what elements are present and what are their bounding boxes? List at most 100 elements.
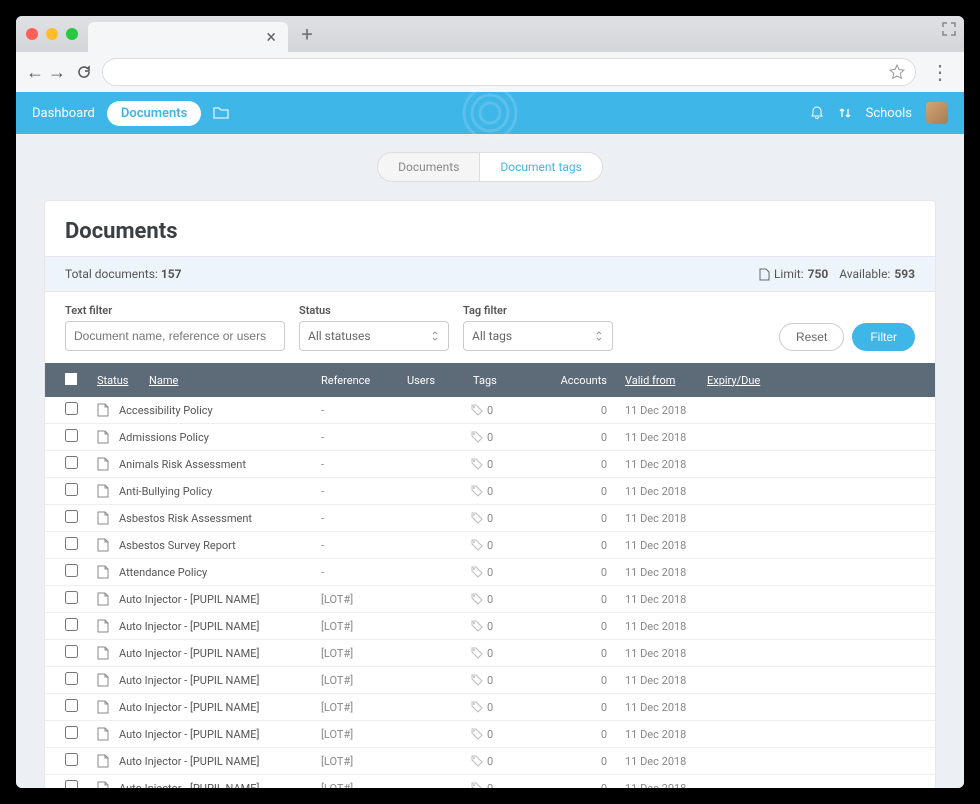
table-row[interactable]: Asbestos Survey Report - 0 0 11 Dec 2018 bbox=[45, 532, 935, 559]
row-tags: 0 bbox=[471, 782, 543, 789]
sort-icon[interactable] bbox=[838, 106, 852, 120]
table-row[interactable]: Anti-Bullying Policy - 0 0 11 Dec 2018 bbox=[45, 478, 935, 505]
table-row[interactable]: Auto Injector - [PUPIL NAME] [LOT#] 0 0 … bbox=[45, 775, 935, 788]
row-tags: 0 bbox=[471, 593, 543, 606]
browser-window: × + ← → ⋮ Dashboard Documents bbox=[16, 16, 964, 788]
new-tab-button[interactable]: + bbox=[296, 23, 318, 45]
table-row[interactable]: Admissions Policy - 0 0 11 Dec 2018 bbox=[45, 424, 935, 451]
folder-icon[interactable] bbox=[213, 106, 229, 120]
notifications-bell-icon[interactable] bbox=[810, 106, 824, 120]
table-row[interactable]: Attendance Policy - 0 0 11 Dec 2018 bbox=[45, 559, 935, 586]
row-reference: - bbox=[321, 485, 407, 498]
row-checkbox[interactable] bbox=[65, 753, 78, 766]
row-tags: 0 bbox=[471, 404, 543, 417]
row-checkbox[interactable] bbox=[65, 456, 78, 469]
row-accounts: 0 bbox=[543, 431, 607, 444]
row-checkbox[interactable] bbox=[65, 537, 78, 550]
chevron-updown-icon bbox=[430, 330, 440, 342]
table-row[interactable]: Auto Injector - [PUPIL NAME] [LOT#] 0 0 … bbox=[45, 613, 935, 640]
document-icon bbox=[97, 430, 119, 444]
row-checkbox[interactable] bbox=[65, 672, 78, 685]
row-reference: [LOT#] bbox=[321, 701, 407, 714]
status-filter-select[interactable]: All statuses bbox=[299, 321, 449, 351]
row-tags: 0 bbox=[471, 431, 543, 444]
row-checkbox[interactable] bbox=[65, 780, 78, 788]
row-checkbox[interactable] bbox=[65, 645, 78, 658]
tag-icon bbox=[471, 512, 483, 524]
filter-button[interactable]: Filter bbox=[852, 323, 915, 351]
row-accounts: 0 bbox=[543, 593, 607, 606]
text-filter-input[interactable] bbox=[65, 321, 285, 351]
document-icon bbox=[759, 268, 770, 281]
tag-icon bbox=[471, 701, 483, 713]
document-icon bbox=[97, 565, 119, 579]
close-window-button[interactable] bbox=[26, 28, 38, 40]
nav-documents[interactable]: Documents bbox=[107, 101, 201, 126]
col-name[interactable]: Name bbox=[149, 374, 321, 387]
bookmark-star-icon[interactable] bbox=[889, 64, 905, 80]
row-checkbox[interactable] bbox=[65, 591, 78, 604]
row-checkbox[interactable] bbox=[65, 699, 78, 712]
row-checkbox[interactable] bbox=[65, 618, 78, 631]
documents-table: Status Name Reference Users Tags Account… bbox=[45, 363, 935, 788]
forward-button[interactable]: → bbox=[48, 62, 66, 83]
table-row[interactable]: Asbestos Risk Assessment - 0 0 11 Dec 20… bbox=[45, 505, 935, 532]
table-row[interactable]: Auto Injector - [PUPIL NAME] [LOT#] 0 0 … bbox=[45, 586, 935, 613]
app-header: Dashboard Documents Schools bbox=[16, 92, 964, 134]
content-area: Documents Document tags Documents Total … bbox=[16, 134, 964, 788]
row-checkbox[interactable] bbox=[65, 510, 78, 523]
table-row[interactable]: Animals Risk Assessment - 0 0 11 Dec 201… bbox=[45, 451, 935, 478]
table-row[interactable]: Auto Injector - [PUPIL NAME] [LOT#] 0 0 … bbox=[45, 694, 935, 721]
row-valid-from: 11 Dec 2018 bbox=[607, 674, 707, 687]
row-valid-from: 11 Dec 2018 bbox=[607, 728, 707, 741]
row-reference: [LOT#] bbox=[321, 593, 407, 606]
row-reference: [LOT#] bbox=[321, 620, 407, 633]
tag-icon bbox=[471, 647, 483, 659]
col-expiry[interactable]: Expiry/Due bbox=[707, 374, 807, 387]
row-name: Anti-Bullying Policy bbox=[119, 485, 321, 498]
row-reference: [LOT#] bbox=[321, 755, 407, 768]
toggle-document-tags[interactable]: Document tags bbox=[479, 153, 601, 181]
limit-label: Limit: bbox=[774, 267, 804, 281]
row-checkbox[interactable] bbox=[65, 429, 78, 442]
row-tags: 0 bbox=[471, 728, 543, 741]
row-checkbox[interactable] bbox=[65, 726, 78, 739]
row-valid-from: 11 Dec 2018 bbox=[607, 782, 707, 789]
logo-swirl-icon bbox=[460, 83, 520, 143]
row-checkbox[interactable] bbox=[65, 402, 78, 415]
user-avatar[interactable] bbox=[926, 102, 948, 124]
nav-dashboard[interactable]: Dashboard bbox=[32, 106, 95, 121]
browser-menu-button[interactable]: ⋮ bbox=[926, 60, 954, 84]
select-all-checkbox[interactable] bbox=[65, 373, 77, 385]
row-tags: 0 bbox=[471, 674, 543, 687]
row-accounts: 0 bbox=[543, 674, 607, 687]
document-icon bbox=[97, 403, 119, 417]
schools-label[interactable]: Schools bbox=[866, 106, 912, 121]
tag-icon bbox=[471, 728, 483, 740]
col-status[interactable]: Status bbox=[97, 374, 149, 387]
reload-button[interactable] bbox=[76, 64, 92, 80]
table-row[interactable]: Auto Injector - [PUPIL NAME] [LOT#] 0 0 … bbox=[45, 667, 935, 694]
tag-icon bbox=[471, 458, 483, 470]
row-reference: [LOT#] bbox=[321, 782, 407, 789]
tag-filter-select[interactable]: All tags bbox=[463, 321, 613, 351]
row-checkbox[interactable] bbox=[65, 483, 78, 496]
toggle-documents[interactable]: Documents bbox=[378, 153, 479, 181]
table-row[interactable]: Auto Injector - [PUPIL NAME] [LOT#] 0 0 … bbox=[45, 748, 935, 775]
row-checkbox[interactable] bbox=[65, 564, 78, 577]
expand-icon[interactable] bbox=[942, 22, 956, 36]
back-button[interactable]: ← bbox=[26, 62, 44, 83]
reset-button[interactable]: Reset bbox=[779, 323, 844, 351]
col-valid-from[interactable]: Valid from bbox=[607, 374, 707, 387]
url-input[interactable] bbox=[102, 58, 916, 86]
browser-tab[interactable]: × bbox=[88, 22, 288, 52]
close-tab-icon[interactable]: × bbox=[266, 27, 276, 48]
table-row[interactable]: Accessibility Policy - 0 0 11 Dec 2018 bbox=[45, 397, 935, 424]
chevron-updown-icon bbox=[594, 330, 604, 342]
table-row[interactable]: Auto Injector - [PUPIL NAME] [LOT#] 0 0 … bbox=[45, 640, 935, 667]
table-header: Status Name Reference Users Tags Account… bbox=[45, 363, 935, 397]
table-row[interactable]: Auto Injector - [PUPIL NAME] [LOT#] 0 0 … bbox=[45, 721, 935, 748]
page-title: Documents bbox=[65, 219, 915, 244]
minimize-window-button[interactable] bbox=[46, 28, 58, 40]
maximize-window-button[interactable] bbox=[66, 28, 78, 40]
